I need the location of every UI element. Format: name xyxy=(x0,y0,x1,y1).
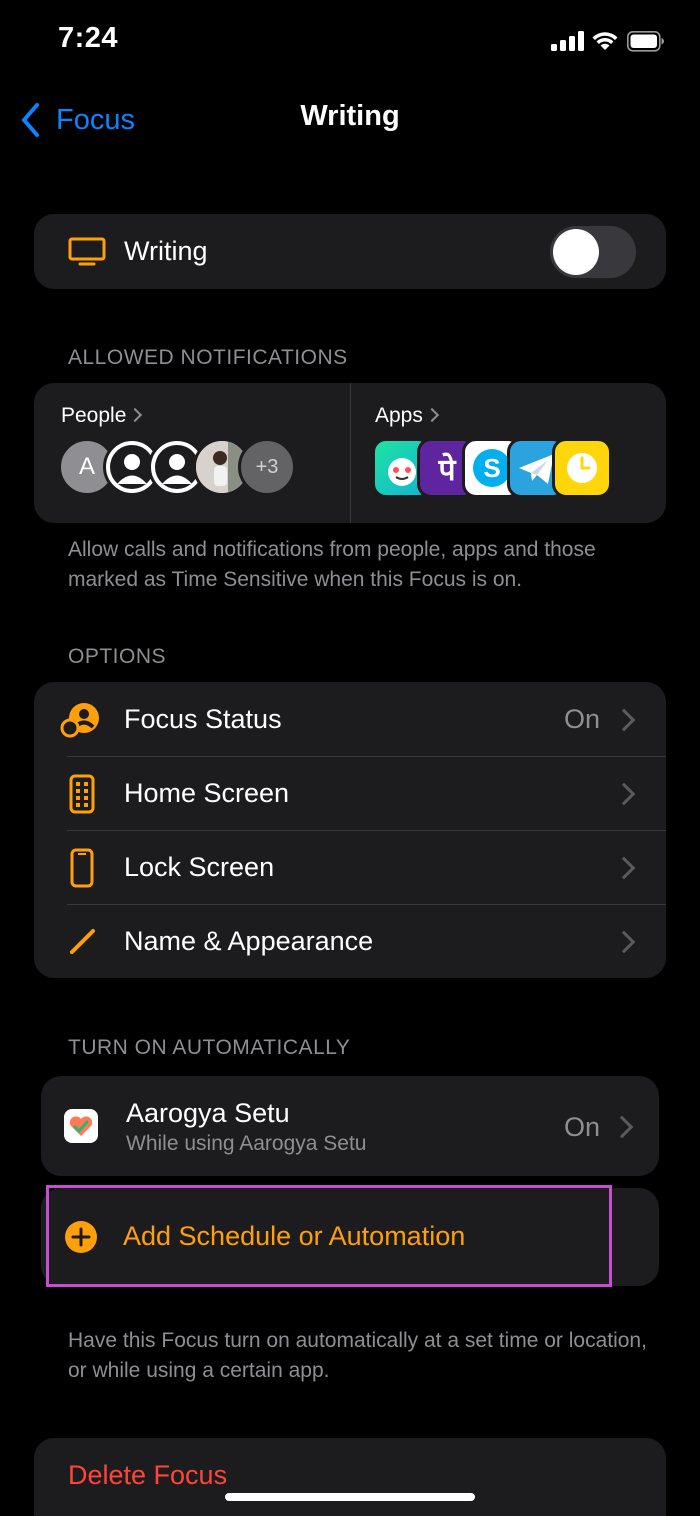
focus-status-value: On xyxy=(563,704,600,734)
chevron-right-icon xyxy=(612,856,636,880)
people-avatars: A +3 xyxy=(58,438,318,498)
apps-button[interactable]: Apps पे S xyxy=(351,383,666,523)
chevron-right-icon xyxy=(424,407,439,423)
allowed-notifications-card: People A +3 Apps पे S xyxy=(34,383,666,523)
add-schedule-label: Add Schedule or Automation xyxy=(123,1221,466,1251)
home-screen-label: Home Screen xyxy=(124,778,290,808)
aarogya-setu-app-icon xyxy=(64,1109,98,1143)
status-time: 7:24 xyxy=(58,22,119,54)
automation-title: Aarogya Setu xyxy=(126,1098,290,1128)
monitor-icon xyxy=(68,237,106,272)
wifi-icon xyxy=(591,30,619,52)
focus-status-label: Focus Status xyxy=(124,704,282,734)
focus-status-icon xyxy=(60,701,102,744)
focus-toggle-label: Writing xyxy=(124,236,208,266)
focus-toggle-switch[interactable] xyxy=(550,226,636,278)
options-card: Focus Status On Home Screen Lock Screen … xyxy=(34,682,666,978)
section-header-options: OPTIONS xyxy=(68,645,167,668)
section-header-turn-on-automatically: TURN ON AUTOMATICALLY xyxy=(68,1036,351,1059)
home-screen-icon xyxy=(69,774,95,819)
clock-app-icon xyxy=(552,438,612,498)
battery-icon xyxy=(627,31,665,53)
lock-screen-row[interactable]: Lock Screen xyxy=(34,830,666,904)
app-icons: पे S xyxy=(372,438,642,500)
home-indicator[interactable] xyxy=(225,1493,475,1501)
plus-circle-icon xyxy=(65,1221,97,1258)
chevron-right-icon xyxy=(128,407,143,423)
allowed-notifications-footer: Allow calls and notifications from peopl… xyxy=(68,538,596,591)
cellular-signal-icon xyxy=(551,31,585,51)
automation-row[interactable]: Aarogya Setu While using Aarogya Setu On xyxy=(41,1076,659,1176)
delete-focus-label: Delete Focus xyxy=(68,1460,228,1490)
turn-on-automatically-footer: Have this Focus turn on automatically at… xyxy=(68,1329,647,1382)
lock-screen-label: Lock Screen xyxy=(124,852,275,882)
people-label: People xyxy=(61,404,143,428)
chevron-right-icon xyxy=(612,708,636,732)
more-people-badge: +3 xyxy=(238,438,296,496)
page-title: Writing xyxy=(300,100,400,132)
section-header-allowed-notifications: ALLOWED NOTIFICATIONS xyxy=(68,346,348,369)
home-screen-row[interactable]: Home Screen xyxy=(34,756,666,830)
people-button[interactable]: People A +3 xyxy=(34,383,350,523)
automation-value: On xyxy=(563,1112,600,1142)
apps-label: Apps xyxy=(375,404,439,428)
name-appearance-row[interactable]: Name & Appearance xyxy=(34,904,666,978)
chevron-right-icon xyxy=(612,930,636,954)
lock-screen-icon xyxy=(70,848,94,893)
toggle-knob xyxy=(553,229,599,275)
focus-toggle-card: Writing xyxy=(34,214,666,289)
add-schedule-button[interactable]: Add Schedule or Automation xyxy=(46,1185,612,1287)
name-appearance-label: Name & Appearance xyxy=(124,926,374,956)
automation-subtitle: While using Aarogya Setu xyxy=(126,1132,367,1155)
delete-focus-button[interactable]: Delete Focus xyxy=(34,1438,666,1516)
chevron-right-icon xyxy=(612,782,636,806)
pencil-icon xyxy=(68,926,98,961)
chevron-right-icon xyxy=(610,1115,634,1139)
focus-status-row[interactable]: Focus Status On xyxy=(34,682,666,756)
